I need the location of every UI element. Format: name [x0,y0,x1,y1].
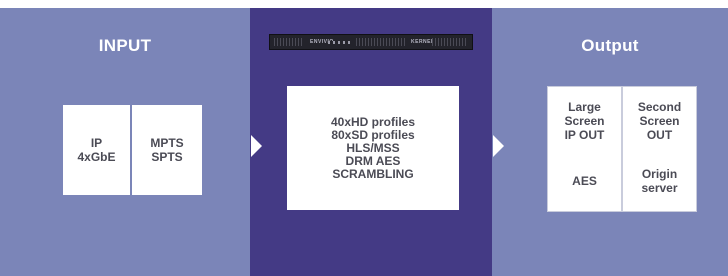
output-second-line-3: OUT [646,128,673,142]
output-panel: Output Large Screen IP OUT Second Screen… [492,8,728,276]
output-origin-line-1: Origin [641,166,678,181]
output-title: Output [581,36,639,55]
output-second-line-1: Second [637,100,682,114]
input-panel: INPUT IP 4xGbE MPTS SPTS [0,8,250,276]
output-box-second-screen: Second Screen OUT [623,87,696,155]
output-large-line-3: IP OUT [564,128,605,142]
flow-arrow-right-icon [493,135,504,157]
feature-line-1: 40xHD profiles [330,114,416,129]
input-box-mpts: MPTS SPTS [132,105,202,195]
feature-line-2: 80xSD profiles [331,127,415,142]
output-box-origin-server: Origin server [623,150,696,211]
output-large-line-2: Screen [564,114,605,128]
input-box-ip-line-1: IP [90,136,103,150]
input-title: INPUT [98,36,152,55]
output-large-line-1: Large [568,100,601,114]
encoder-panel: ENVIVIO KERNEL 40xHD profiles 80xSD prof… [250,8,492,276]
feature-line-4: DRM AES [345,153,401,168]
flow-arrow-right-icon [251,135,262,157]
input-box-ip: IP 4xGbE [63,105,130,195]
feature-line-3: HLS/MSS [346,140,400,155]
device-vent-left [274,38,304,46]
output-box-aes: AES [548,150,621,211]
input-box-mpts-line-1: MPTS [150,136,184,150]
device-vent-middle [356,38,406,46]
input-box-ip-line-2: 4xGbE [77,150,116,164]
encoder-features-box: 40xHD profiles 80xSD profiles HLS/MSS DR… [287,86,459,210]
device-status-leds [328,41,350,44]
workflow-diagram: INPUT IP 4xGbE MPTS SPTS ENVIVIO KERNEL [0,0,728,276]
output-aes-line-1: AES [572,173,597,188]
output-origin-line-2: server [641,180,678,195]
encoder-device-image: ENVIVIO KERNEL [269,34,473,50]
input-box-mpts-line-2: SPTS [151,150,183,164]
top-strip [0,0,728,8]
output-box-large-screen: Large Screen IP OUT [548,87,621,155]
device-vent-right [432,38,468,46]
output-second-line-2: Screen [639,114,680,128]
feature-line-5: SCRAMBLING [332,166,414,181]
